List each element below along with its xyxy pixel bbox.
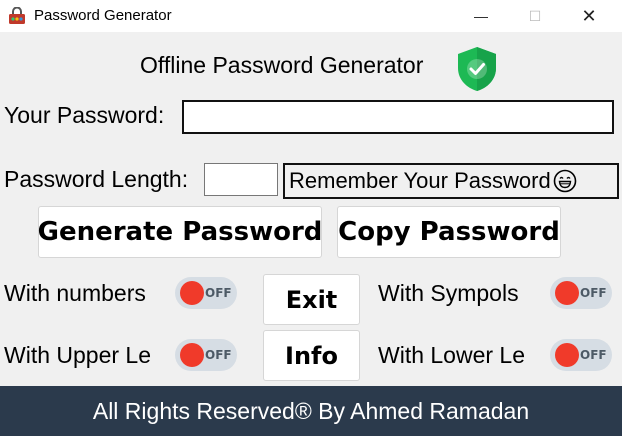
with-upper-toggle[interactable]: OFF <box>175 339 237 371</box>
with-numbers-label: With numbers <box>4 280 146 306</box>
grinning-face-icon <box>553 169 576 193</box>
close-button[interactable]: ✕ <box>566 0 612 32</box>
page-title: Offline Password Generator <box>140 52 424 78</box>
with-lower-toggle[interactable]: OFF <box>550 339 612 371</box>
info-button[interactable]: Info <box>263 330 360 381</box>
remember-password-text: Remember Your Password <box>289 168 551 193</box>
footer-text: All Rights Reserved® By Ahmed Ramadan <box>92 397 530 424</box>
with-numbers-toggle[interactable]: OFF <box>175 277 237 309</box>
toggle-state: OFF <box>205 286 232 300</box>
toggle-knob <box>180 343 204 367</box>
lock-gear-icon <box>9 7 25 24</box>
toggle-state: OFF <box>580 348 607 362</box>
toggle-state: OFF <box>205 348 232 362</box>
copy-password-button[interactable]: Copy Password <box>337 206 561 258</box>
with-upper-label: With Upper Le <box>4 342 152 368</box>
shield-check-icon <box>458 47 496 91</box>
toggle-knob <box>555 343 579 367</box>
with-symbols-label: With Sympols <box>378 280 519 306</box>
password-field[interactable] <box>182 100 614 134</box>
toggle-knob <box>555 281 579 305</box>
title-bar: Password Generator — ☐ ✕ <box>0 0 622 32</box>
password-label: Your Password: <box>4 102 165 128</box>
with-symbols-toggle[interactable]: OFF <box>550 277 612 309</box>
toggle-state: OFF <box>580 286 607 300</box>
remember-password-box: Remember Your Password <box>283 163 619 199</box>
exit-button[interactable]: Exit <box>263 274 360 325</box>
minimize-button[interactable]: — <box>458 0 504 32</box>
window-title: Password Generator <box>34 7 172 24</box>
maximize-button[interactable]: ☐ <box>512 0 558 32</box>
footer: All Rights Reserved® By Ahmed Ramadan <box>0 386 622 436</box>
with-lower-label: With Lower Le <box>378 342 526 368</box>
password-length-input[interactable] <box>204 163 278 196</box>
toggle-knob <box>180 281 204 305</box>
generate-password-button[interactable]: Generate Password <box>38 206 322 258</box>
password-length-label: Password Length: <box>4 166 189 192</box>
